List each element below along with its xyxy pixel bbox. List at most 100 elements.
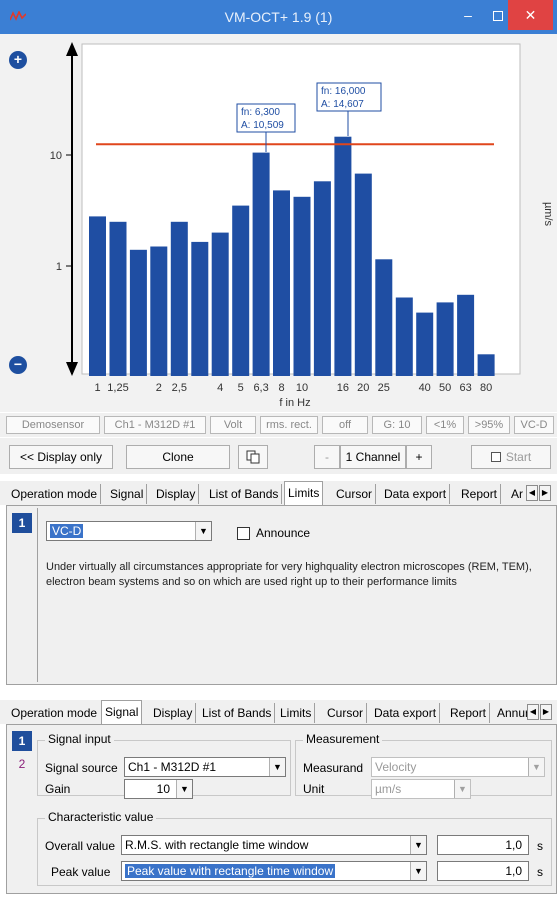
toolbar: << Display only Clone - 1 Channel + Star… [0,438,557,474]
x-tick-label: 16 [337,382,349,394]
display-only-button[interactable]: << Display only [9,445,113,469]
bar [354,173,372,376]
channel-1-tab[interactable]: 1 [12,513,32,533]
status-strip: Demosensor Ch1 - M312D #1 Volt rms. rect… [0,413,557,437]
announce-checkbox[interactable] [237,527,250,540]
tab-report[interactable]: Report [458,484,502,504]
start-button[interactable]: Start [471,445,551,469]
limits-content: VC-D ▼ Announce Under virtually all circ… [37,508,556,682]
chevron-down-icon[interactable]: ▼ [176,780,192,798]
tab-scroll-right-button[interactable]: ▶ [539,485,551,501]
bar [252,152,270,376]
tab-display[interactable]: Display [150,703,197,723]
remove-channel-button[interactable]: - [314,445,340,469]
chevron-down-icon[interactable]: ▼ [528,758,544,776]
x-tick-label: 5 [238,382,244,394]
tab-scroll-left-button[interactable]: ◀ [526,485,538,501]
bar [109,221,127,376]
status-rectifier: rms. rect. [260,416,318,434]
bar [436,302,454,376]
tab-strip-top: Operation mode Signal Display List of Ba… [0,481,557,505]
x-tick-label: 40 [419,382,431,394]
tab-scroll-left-button[interactable]: ◀ [527,704,539,720]
bar [416,312,434,376]
status-unit: Volt [210,416,256,434]
tab-list-of-bands[interactable]: List of Bands [206,484,283,504]
overall-time-unit: s [537,839,543,853]
gain-select[interactable]: 10 ▼ [124,779,193,799]
x-tick-label: 6,3 [253,382,268,394]
x-tick-label: 1 [94,382,100,394]
overall-value-select[interactable]: R.M.S. with rectangle time window ▼ [121,835,427,855]
chevron-down-icon[interactable]: ▼ [410,862,426,880]
tab-limits[interactable]: Limits [277,703,316,723]
criterion-value: VC-D [50,524,84,538]
tab-display[interactable]: Display [153,484,200,504]
tab-limits[interactable]: Limits [284,481,324,505]
unit-value: µm/s [375,782,402,796]
criterion-select[interactable]: VC-D ▼ [46,521,212,541]
peak-value-label: Peak value [51,865,111,879]
tab-operation-mode[interactable]: Operation mode [8,484,102,504]
tab-data-export[interactable]: Data export [371,703,441,723]
unit-select[interactable]: µm/s ▼ [371,779,471,799]
channel-1-tab[interactable]: 1 [12,731,32,751]
bar [293,196,311,376]
tab-cursor[interactable]: Cursor [324,703,368,723]
tab-signal[interactable]: Signal [101,700,143,724]
bar [477,354,495,376]
annotation-amplitude: A: 10,509 [241,120,284,131]
signal-source-select[interactable]: Ch1 - M312D #1 ▼ [124,757,286,777]
peak-time-input[interactable]: 1,0 [437,861,529,881]
peak-value-select[interactable]: Peak value with rectangle time window ▼ [121,861,427,881]
chart-area: + − 1 1,25 2 2,5 4 5 6,3 8 10 16 20 25 40 50 63 80 10 1… [0,34,557,412]
x-tick-label: 1,25 [107,382,128,394]
criterion-description: Under virtually all circumstances approp… [46,561,532,588]
y-axis-arrow-down [66,362,78,376]
status-sensor: Demosensor [6,416,100,434]
chevron-down-icon[interactable]: ▼ [454,780,470,798]
bar [375,259,393,376]
clone-button[interactable]: Clone [126,445,230,469]
chevron-down-icon[interactable]: ▼ [269,758,285,776]
add-channel-button[interactable]: + [406,445,432,469]
unit-label: Unit [303,782,325,796]
bar [232,205,250,376]
peak-time-unit: s [537,865,543,879]
measurement-title: Measurement [303,732,383,746]
overall-time-input[interactable]: 1,0 [437,835,529,855]
channel-2-tab[interactable]: 2 [13,755,31,773]
chevron-down-icon[interactable]: ▼ [195,522,211,540]
start-checkbox-icon [490,452,501,462]
channel-count: 1 Channel [340,445,406,469]
gain-label: Gain [45,782,71,796]
status-criterion: VC-D [514,416,554,434]
bar [89,216,106,376]
bar [191,241,209,376]
chevron-down-icon[interactable]: ▼ [410,836,426,854]
measurand-select[interactable]: Velocity ▼ [371,757,545,777]
tab-report[interactable]: Report [447,703,491,723]
measurand-value: Velocity [375,760,417,774]
tab-cursor[interactable]: Cursor [333,484,377,504]
y-axis-arrow-up [66,42,78,56]
x-tick-label: 8 [278,382,284,394]
status-high: >95% [468,416,510,434]
bar [395,297,413,376]
tab-list-of-bands[interactable]: List of Bands [199,703,276,723]
copy-button[interactable] [238,445,268,469]
title-bar: VM-OCT+ 1.9 (1) – ✕ [0,0,557,34]
bar [129,249,147,376]
tab-truncated[interactable]: Ar [508,484,528,504]
x-axis-label: f in Hz [279,397,310,409]
x-tick-label: 2 [156,382,162,394]
status-channel: Ch1 - M312D #1 [104,416,206,434]
tab-operation-mode[interactable]: Operation mode [8,703,100,723]
x-tick-label: 4 [217,382,223,394]
characteristic-value-title: Characteristic value [45,810,157,824]
tab-data-export[interactable]: Data export [381,484,451,504]
tab-scroll-right-button[interactable]: ▶ [540,704,552,720]
tab-signal[interactable]: Signal [107,484,148,504]
close-button[interactable]: ✕ [508,0,553,30]
overall-value-label: Overall value [45,839,116,853]
